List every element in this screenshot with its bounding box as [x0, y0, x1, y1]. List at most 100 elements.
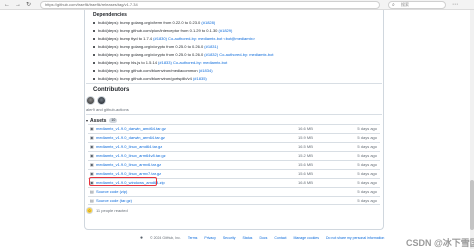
pr-link[interactable]: (#1835) [193, 76, 207, 81]
pr-link[interactable]: (#1829) [219, 28, 233, 33]
contributor-names: aler9 and github-actions [86, 107, 129, 112]
asset-size: 15.9 MB [298, 135, 313, 140]
csdn-watermark: CSDN @冰下雪国 [406, 238, 474, 248]
smiley-icon[interactable]: ☺ [86, 207, 93, 214]
asset-link[interactable]: mediamtx_v1.9.0_linux_armv6.tar.gz [96, 161, 161, 169]
dependency-item: build(deps): bump golang.org/x/crypto fr… [93, 43, 273, 51]
contributors-title: Contributors [93, 87, 130, 93]
footer-link-status[interactable]: Status [243, 236, 253, 240]
menu-icon[interactable]: ⋯ [452, 0, 458, 10]
package-icon: ▣ [90, 162, 94, 167]
divider [86, 114, 382, 115]
asset-link[interactable]: mediamtx_v1.9.0_linux_arm64v8.tar.gz [96, 152, 166, 160]
browser-toolbar: ← → ↻ https://github.com/traefik/traefik… [0, 0, 474, 10]
asset-size: 15.2 MB [298, 153, 313, 158]
asset-size: 15.6 MB [298, 162, 313, 167]
pr-link[interactable]: (#1831) [204, 44, 218, 49]
highlight-box [89, 177, 157, 186]
bullet-icon [93, 77, 95, 80]
package-icon: ▣ [90, 153, 94, 158]
footer-link-cookies[interactable]: Manage cookies [293, 236, 319, 240]
asset-time: 5 days ago [357, 162, 377, 167]
asset-row: ▣ mediamtx_v1.9.0_darwin_arm64.tar.gz 15… [88, 133, 380, 142]
asset-time: 5 days ago [357, 153, 377, 158]
avatar[interactable] [86, 96, 95, 105]
search-icon: ⌕ [392, 2, 395, 8]
asset-time: 5 days ago [357, 126, 377, 131]
pr-link[interactable]: (#1832) Co-authored-by: mediamtx-bot [204, 52, 273, 57]
bullet-icon [93, 21, 95, 24]
browser-search-field[interactable]: ⌕ 搜索 [388, 1, 446, 9]
page-footer: ● © 2024 GitHub, Inc. Terms Privacy Secu… [140, 235, 384, 241]
footer-link-security[interactable]: Security [223, 236, 236, 240]
bullet-icon [93, 45, 95, 48]
dependency-item: build(deps): bump github.com/bluenviron/… [93, 67, 273, 75]
asset-row: ▤ Source code (tar.gz) 5 days ago [88, 196, 380, 205]
pr-link[interactable]: (#1834) [199, 68, 213, 73]
asset-size: 16.6 MB [298, 126, 313, 131]
asset-link[interactable]: mediamtx_v1.9.0_darwin_amd64.tar.gz [96, 125, 166, 133]
footer-link-privacy[interactable]: Privacy [204, 236, 215, 240]
reactions-bar: ☺ 11 people reacted [86, 207, 128, 214]
file-zip-icon: ▤ [90, 198, 94, 203]
browser-nav: ← → ↻ [4, 0, 31, 10]
reload-icon[interactable]: ↻ [26, 0, 31, 10]
source-code-link[interactable]: Source code (tar.gz) [96, 197, 132, 205]
pr-link[interactable]: (#1830) Co-authored-by: mediamtx-bot <bo… [153, 36, 255, 41]
asset-time: 5 days ago [357, 135, 377, 140]
github-logo-icon: ● [140, 235, 144, 241]
back-icon[interactable]: ← [4, 0, 10, 10]
reactions-text: 11 people reacted [96, 208, 128, 213]
package-icon: ▣ [90, 126, 94, 131]
asset-row: ▣ mediamtx_v1.9.0_linux_arm64v8.tar.gz 1… [88, 151, 380, 160]
bullet-icon [93, 29, 95, 32]
address-bar[interactable]: https://github.com/traefik/traefik/relea… [40, 1, 380, 9]
package-icon: ▣ [90, 135, 94, 140]
dependency-item: build(deps): bump github.com/bluenviron/… [93, 75, 273, 83]
package-icon: ▣ [90, 144, 94, 149]
dependency-item: build(deps): bump hls.js to 1.5.14 (#183… [93, 59, 273, 67]
asset-time: 5 days ago [357, 144, 377, 149]
divider [86, 83, 382, 84]
bullet-icon [93, 37, 95, 40]
dependency-item: build(deps): bump github.com/pion/interc… [93, 27, 273, 35]
dependency-list: build(deps): bump golang.org/x/term from… [93, 19, 273, 83]
source-code-link[interactable]: Source code (zip) [96, 188, 127, 196]
asset-row: ▣ mediamtx_v1.9.0_linux_armv6.tar.gz 15.… [88, 160, 380, 169]
avatar[interactable] [97, 96, 106, 105]
asset-row: ▤ Source code (zip) 5 days ago [88, 187, 380, 196]
asset-time: 5 days ago [357, 198, 377, 203]
search-placeholder: 搜索 [401, 2, 409, 7]
asset-list: ▣ mediamtx_v1.9.0_darwin_amd64.tar.gz 16… [88, 124, 380, 205]
pr-link[interactable]: (#1828) [201, 20, 215, 25]
asset-row: ▣ mediamtx_v1.9.0_darwin_amd64.tar.gz 16… [88, 124, 380, 133]
dependency-item: build(deps): bump golang.org/x/term from… [93, 19, 273, 27]
dependency-item: build(deps): bump ttyd to 1.7.4 (#1830) … [93, 35, 273, 43]
contributor-avatars [86, 96, 106, 105]
asset-size: 16.8 MB [298, 180, 313, 185]
asset-time: 5 days ago [357, 189, 377, 194]
asset-time: 5 days ago [357, 180, 377, 185]
file-zip-icon: ▤ [90, 189, 94, 194]
asset-link[interactable]: mediamtx_v1.9.0_linux_amd64.tar.gz [96, 143, 162, 151]
dependency-item: build(deps): bump golang.org/x/crypto fr… [93, 51, 273, 59]
page-scrollbar[interactable] [470, 10, 474, 249]
scrollbar-thumb[interactable] [470, 180, 474, 230]
footer-link-terms[interactable]: Terms [188, 236, 198, 240]
dependencies-title: Dependencies [93, 12, 127, 18]
asset-row: ▣ mediamtx_v1.9.0_linux_amd64.tar.gz 16.… [88, 142, 380, 151]
bullet-icon [93, 69, 95, 72]
asset-time: 5 days ago [357, 171, 377, 176]
asset-size: 15.6 MB [298, 171, 313, 176]
forward-icon[interactable]: → [15, 0, 21, 10]
bullet-icon [93, 53, 95, 56]
asset-size: 16.5 MB [298, 144, 313, 149]
footer-copyright: © 2024 GitHub, Inc. [150, 236, 181, 240]
footer-link-personal-info[interactable]: Do not share my personal information [326, 236, 384, 240]
pr-link[interactable]: (#1833) Co-authored-by: mediamtx-bot [158, 60, 227, 65]
caret-down-icon: ▾ [86, 118, 89, 123]
footer-link-contact[interactable]: Contact [274, 236, 286, 240]
asset-link[interactable]: mediamtx_v1.9.0_darwin_arm64.tar.gz [96, 134, 165, 142]
footer-link-docs[interactable]: Docs [259, 236, 267, 240]
bullet-icon [93, 61, 95, 64]
